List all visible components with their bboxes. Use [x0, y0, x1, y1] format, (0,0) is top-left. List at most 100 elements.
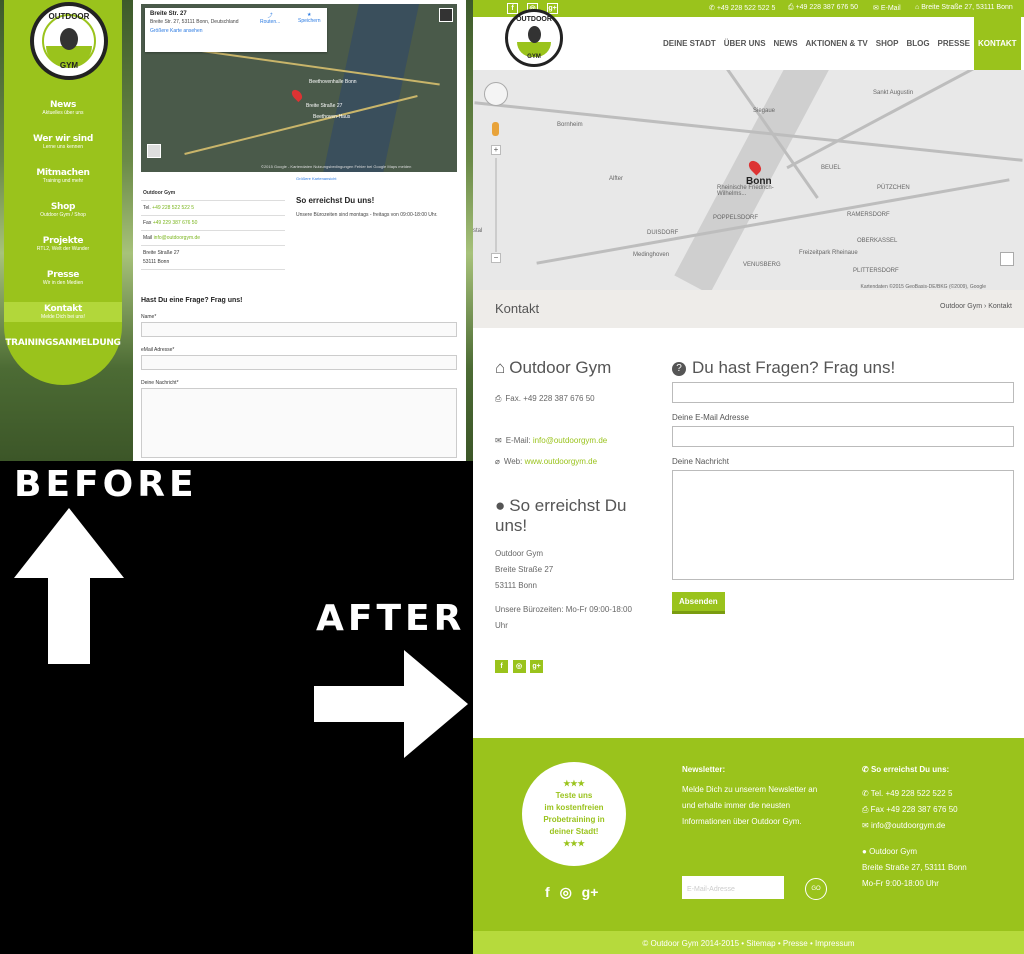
promo-line: deiner Stadt! [549, 827, 599, 836]
footer-contact-heading-text: So erreichst Du uns: [870, 765, 950, 774]
street-view-icon[interactable] [439, 8, 453, 22]
save-button[interactable]: ★ Speichern [298, 12, 321, 24]
map-type-icon[interactable] [1000, 252, 1014, 266]
promo-line: Teste uns [555, 791, 593, 800]
zoom-slider[interactable] [495, 158, 497, 252]
info-fax-label: Fax [143, 220, 152, 226]
footer-contact: ✆ So erreichst Du uns: ✆ Tel. +49 228 52… [862, 762, 1022, 892]
name-input[interactable] [672, 382, 1014, 403]
zoom-in-button[interactable]: + [491, 145, 501, 155]
footer-tel[interactable]: ✆ Tel. +49 228 522 522 5 [862, 786, 1022, 802]
map-card-address: Breite Str. 27, 53111 Bonn, Deutschland [150, 19, 239, 25]
email-input[interactable] [141, 355, 457, 370]
topbar-tel-text: +49 228 522 522 5 [716, 5, 776, 12]
map-pan-control[interactable] [484, 82, 508, 106]
before-nav-presse[interactable]: Presse Wir in den Medien [4, 270, 122, 286]
nav-sub-label: Wir in den Medien [42, 280, 84, 286]
footer-fax: ⎙ Fax +49 228 387 676 50 [862, 802, 1022, 818]
fax-icon: ⎙ [862, 805, 869, 814]
nav-sub-label: Outdoor Gym / Shop [40, 212, 86, 218]
main-nav: DEINE STADT ÜBER UNS NEWS AKTIONEN & TV … [659, 17, 1021, 70]
facebook-icon[interactable]: f [507, 3, 518, 14]
mail-icon: ✉ [495, 436, 502, 445]
email-link[interactable]: info@outdoorgym.de [533, 436, 607, 445]
nav-main-label: Wer wir sind [33, 134, 93, 144]
nav-sub-label: Training und mehr [42, 178, 84, 184]
route-icon: ⤴ [267, 13, 273, 19]
topbar-address-text: Breite Straße 27, 53111 Bonn [921, 4, 1013, 11]
route-label: Routen... [260, 19, 281, 25]
phone-icon: ✆ [862, 789, 869, 798]
facebook-icon[interactable]: f [545, 884, 550, 900]
outdoor-gym-logo[interactable]: OUTDOOR GYM [505, 9, 563, 67]
nav-main-label: Mitmachen [36, 168, 90, 178]
nav-ueber-uns[interactable]: ÜBER UNS [720, 17, 770, 70]
instagram-icon[interactable]: ◎ [512, 660, 526, 673]
route-button[interactable]: ⤴ Routen... [260, 12, 280, 25]
nav-kontakt[interactable]: KONTAKT [974, 17, 1021, 70]
message-textarea[interactable] [672, 470, 1014, 580]
before-nav-mitmachen[interactable]: Mitmachen Training und mehr [4, 168, 122, 184]
name-input[interactable] [141, 322, 457, 337]
company-heading: ⌂ Outdoor Gym [495, 358, 645, 378]
map-type-toggle[interactable] [147, 144, 161, 158]
trial-promo-badge[interactable]: ★★★ Teste uns im kostenfreien Probetrain… [522, 762, 626, 866]
contact-details: ⌂ Outdoor Gym ⎙ Fax. +49 228 387 676 50 ✉ E… [495, 358, 645, 673]
footer-name: ● Outdoor Gym [862, 844, 1022, 860]
map-label: Siegaue [753, 108, 776, 114]
larger-map-link[interactable]: Größere Karte ansehen [150, 28, 322, 34]
submit-button[interactable]: Absenden [672, 592, 725, 614]
page-title: Kontakt [495, 301, 540, 316]
info-tel[interactable]: +49 228 522 522 5 [152, 205, 194, 211]
outdoor-gym-logo[interactable]: OUTDOOR GYM [30, 2, 108, 80]
before-nav-shop[interactable]: Shop Outdoor Gym / Shop [4, 202, 122, 218]
nav-deine-stadt[interactable]: DEINE STADT [659, 17, 720, 70]
googleplus-icon[interactable]: g+ [582, 884, 599, 900]
map-label: Beethoven-Haus [313, 114, 351, 120]
after-road-map[interactable]: Bornheim Alfter Siegaue Sankt Augustin B… [473, 70, 1024, 290]
before-nav-trainingsanmeldung[interactable]: TRAININGSANMELDUNG [4, 338, 122, 348]
topbar-email[interactable]: ✉ E-Mail [873, 4, 901, 12]
topbar-tel[interactable]: ✆ +49 228 522 522 5 [709, 4, 775, 12]
web-link[interactable]: www.outdoorgym.de [525, 457, 597, 466]
info-mail[interactable]: info@outdoorgym.de [154, 235, 201, 241]
zoom-out-button[interactable]: − [491, 253, 501, 263]
googleplus-icon[interactable]: g+ [530, 660, 544, 673]
copyright-bar[interactable]: © Outdoor Gym 2014-2015 • Sitemap • Pres… [473, 931, 1024, 954]
link-icon: ⌀ [495, 457, 500, 466]
footer-mail[interactable]: ✉ info@outdoorgym.de [862, 818, 1022, 834]
pegman-icon[interactable] [492, 122, 499, 136]
facebook-icon[interactable]: f [495, 660, 508, 673]
map-label: Medinghoven [633, 252, 670, 258]
question-icon: ? [672, 362, 686, 376]
nav-aktionen-tv[interactable]: AKTIONEN & TV [802, 17, 872, 70]
nav-news[interactable]: NEWS [770, 17, 802, 70]
tree-icon [528, 26, 541, 43]
before-nav-kontakt[interactable]: Kontakt Melde Dich bei uns! [4, 302, 122, 322]
map-label: RAMERSDORF [847, 212, 890, 218]
mail-icon: ✉ [862, 821, 869, 830]
newsletter-go-button[interactable]: GO [805, 878, 827, 900]
map-label: Freizeitpark Rheinaue [799, 250, 858, 256]
nav-main-label: Shop [50, 202, 76, 212]
logo-text-top: OUTDOOR [48, 12, 90, 21]
nav-shop[interactable]: SHOP [872, 17, 903, 70]
info-tel-label: Tel. [143, 205, 151, 211]
before-nav-wer-wir-sind[interactable]: Wer wir sind Lerne uns kennen [4, 134, 122, 150]
info-tel-row: Tel. +49 228 522 522 5 [141, 201, 285, 216]
message-textarea[interactable] [141, 388, 457, 458]
nav-presse[interactable]: PRESSE [934, 17, 974, 70]
email-input[interactable] [672, 426, 1014, 447]
newsletter-email-input[interactable]: E-Mail-Adresse [682, 876, 784, 899]
nav-blog[interactable]: BLOG [902, 17, 933, 70]
email-label: Deine E-Mail Adresse [672, 413, 749, 422]
instagram-icon[interactable]: ◎ [560, 884, 572, 900]
before-nav-news[interactable]: News Aktuelles über uns [4, 100, 122, 116]
before-nav-projekte[interactable]: Projekte RTL2, Welt der Wunder [4, 236, 122, 252]
footer-name-text: Outdoor Gym [869, 847, 918, 856]
larger-map-view-link[interactable]: Größere Kartenansicht [296, 176, 456, 181]
map-river [322, 4, 420, 172]
after-label: AFTER [316, 598, 466, 639]
form-heading-text: Du hast Fragen? Frag uns! [692, 358, 896, 377]
breadcrumb[interactable]: Outdoor Gym › Kontakt [940, 303, 1012, 310]
